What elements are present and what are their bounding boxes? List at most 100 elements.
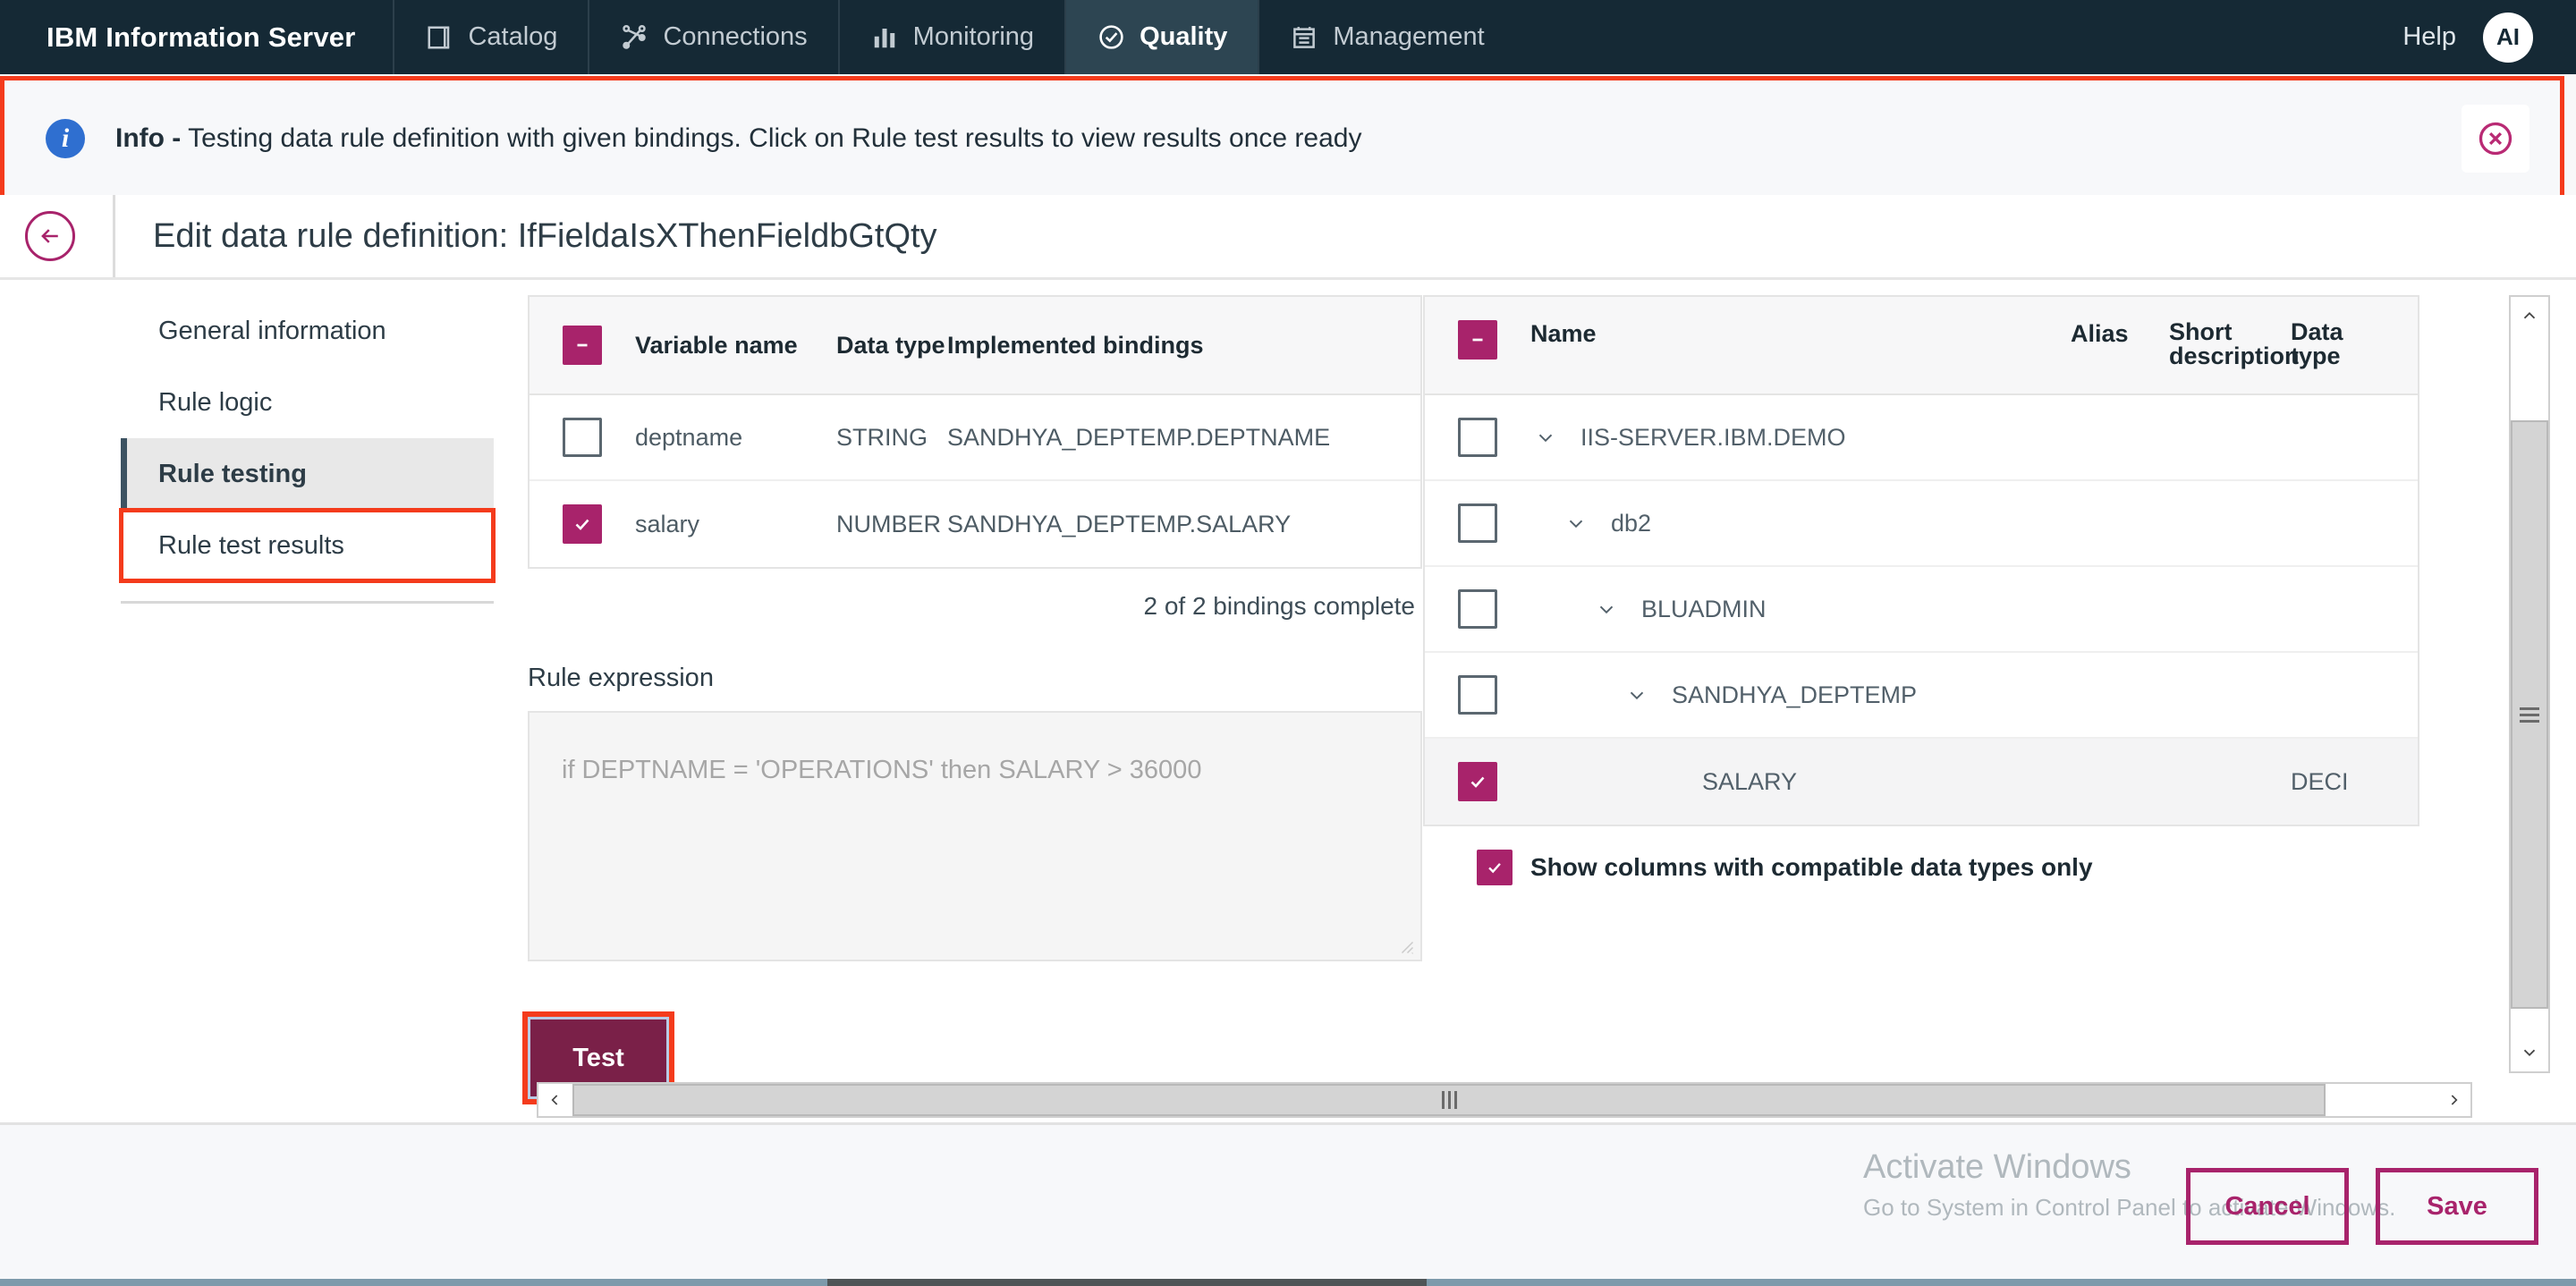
nav-item-label: Management bbox=[1333, 22, 1485, 51]
save-button[interactable]: Save bbox=[2376, 1168, 2538, 1245]
nav-item-monitoring[interactable]: Monitoring bbox=[840, 0, 1067, 74]
info-banner-text: Info - Testing data rule definition with… bbox=[115, 123, 1361, 154]
chevron-down-icon[interactable] bbox=[1561, 508, 1591, 538]
close-circle-icon[interactable] bbox=[2462, 105, 2529, 173]
sidebar-item-rule-test-results[interactable]: Rule test results bbox=[119, 508, 496, 583]
tree-row-data-type: DECI bbox=[2291, 767, 2349, 795]
select-all-cell bbox=[530, 326, 635, 365]
tree-row-checkbox[interactable] bbox=[1458, 589, 1497, 629]
horizontal-scroll-thumb[interactable] bbox=[572, 1084, 2326, 1116]
app-root: IBM Information Server Catalog Connectio… bbox=[0, 0, 2576, 1286]
clipboard-icon bbox=[1290, 23, 1318, 52]
info-banner-highlight: i Info - Testing data rule definition wi… bbox=[0, 76, 2564, 201]
nav-item-catalog[interactable]: Catalog bbox=[394, 0, 590, 74]
data-source-column: Name Alias Short description Data type I… bbox=[1402, 280, 2576, 1122]
tree-row-name: db2 bbox=[1611, 509, 1652, 537]
scroll-left-icon[interactable] bbox=[538, 1084, 572, 1116]
tree-row[interactable]: SANDHYA_DEPTEMP bbox=[1425, 653, 2418, 739]
page-titlebar: Edit data rule definition: IfFieldaIsXTh… bbox=[0, 195, 2576, 277]
info-banner-message: Testing data rule definition with given … bbox=[188, 123, 1362, 153]
row-checkbox[interactable] bbox=[563, 418, 602, 457]
data-source-tree: Name Alias Short description Data type I… bbox=[1423, 295, 2419, 826]
tree-select-all-cell bbox=[1425, 320, 1530, 360]
sidebar-divider bbox=[121, 601, 494, 604]
nav-item-quality[interactable]: Quality bbox=[1066, 0, 1260, 74]
column-header-name: Name bbox=[1530, 320, 1597, 347]
rule-expression-label: Rule expression bbox=[528, 664, 714, 692]
bottom-strip-segment bbox=[827, 1279, 1427, 1286]
bar-chart-icon bbox=[870, 23, 899, 52]
row-checkbox[interactable] bbox=[563, 504, 602, 544]
horizontal-scroll-track[interactable] bbox=[572, 1084, 2436, 1116]
sidebar-item-label: General information bbox=[158, 316, 386, 345]
compatible-types-checkbox[interactable] bbox=[1477, 850, 1513, 885]
sidebar-item-label: Rule test results bbox=[158, 530, 344, 560]
select-all-checkbox[interactable] bbox=[563, 326, 602, 365]
bindings-table-header: Variable name Data type Implemented bind… bbox=[530, 297, 1420, 395]
top-navigation-bar: IBM Information Server Catalog Connectio… bbox=[0, 0, 2576, 74]
cancel-button[interactable]: Cancel bbox=[2186, 1168, 2349, 1245]
tree-row-checkbox[interactable] bbox=[1458, 675, 1497, 715]
avatar[interactable]: AI bbox=[2483, 12, 2533, 63]
bindings-column: Variable name Data type Implemented bind… bbox=[494, 280, 1422, 1122]
sidebar: General information Rule logic Rule test… bbox=[0, 280, 496, 1122]
tree-row-select-cell bbox=[1425, 589, 1530, 629]
tree-row-name: SANDHYA_DEPTEMP bbox=[1672, 681, 1918, 708]
nav-item-label: Monitoring bbox=[912, 22, 1035, 51]
chevron-down-icon[interactable] bbox=[1622, 680, 1652, 710]
scroll-right-icon[interactable] bbox=[2436, 1084, 2470, 1116]
table-row[interactable]: salary NUMBER SANDHYA_DEPTEMP.SALARY bbox=[530, 481, 1420, 567]
vertical-scrollbar[interactable] bbox=[2509, 295, 2550, 1073]
sidebar-item-general-information[interactable]: General information bbox=[121, 295, 494, 367]
brand-title: IBM Information Server bbox=[0, 0, 395, 74]
tree-row[interactable]: SALARY DECI bbox=[1425, 739, 2418, 825]
table-row[interactable]: deptname STRING SANDHYA_DEPTEMP.DEPTNAME bbox=[530, 395, 1420, 481]
nav-item-label: Connections bbox=[663, 22, 808, 51]
chevron-down-icon[interactable] bbox=[1530, 422, 1561, 453]
vertical-scroll-track[interactable] bbox=[2511, 334, 2548, 1034]
nav-item-connections[interactable]: Connections bbox=[589, 0, 840, 74]
cell-binding: SANDHYA_DEPTEMP.SALARY bbox=[947, 510, 1292, 537]
cell-variable-name: deptname bbox=[635, 423, 743, 451]
rule-expression-value: if DEPTNAME = 'OPERATIONS' then SALARY >… bbox=[562, 756, 1202, 784]
cell-data-type: NUMBER bbox=[836, 510, 942, 537]
tree-row[interactable]: IIS-SERVER.IBM.DEMO bbox=[1425, 395, 2418, 481]
horizontal-scrollbar[interactable] bbox=[537, 1082, 2472, 1118]
help-link[interactable]: Help bbox=[2402, 0, 2483, 74]
book-icon bbox=[425, 23, 453, 52]
chevron-down-icon[interactable] bbox=[1591, 594, 1622, 624]
cell-binding: SANDHYA_DEPTEMP.DEPTNAME bbox=[947, 423, 1331, 451]
page-title: Edit data rule definition: IfFieldaIsXTh… bbox=[153, 216, 937, 255]
row-select-cell bbox=[530, 418, 635, 457]
nav-item-management[interactable]: Management bbox=[1259, 0, 2402, 74]
tree-row-select-cell bbox=[1425, 675, 1530, 715]
column-header-data-type: Data type bbox=[2291, 318, 2343, 369]
sidebar-item-rule-logic[interactable]: Rule logic bbox=[121, 367, 494, 438]
scroll-up-icon[interactable] bbox=[2511, 297, 2548, 334]
sidebar-item-rule-testing[interactable]: Rule testing bbox=[121, 438, 494, 510]
column-header-implemented-bindings: Implemented bindings bbox=[947, 331, 1204, 359]
rule-expression-field[interactable]: if DEPTNAME = 'OPERATIONS' then SALARY >… bbox=[528, 711, 1422, 961]
bindings-status: 2 of 2 bindings complete bbox=[1143, 592, 1415, 620]
tree-row-name: BLUADMIN bbox=[1641, 595, 1767, 622]
scroll-down-icon[interactable] bbox=[2511, 1034, 2548, 1071]
footer-bar: Activate Windows Go to System in Control… bbox=[0, 1122, 2576, 1279]
tree-row-checkbox[interactable] bbox=[1458, 503, 1497, 543]
tree-row-checkbox[interactable] bbox=[1458, 418, 1497, 457]
info-icon: i bbox=[46, 119, 85, 158]
check-circle-icon bbox=[1097, 23, 1125, 52]
compatible-types-row[interactable]: Show columns with compatible data types … bbox=[1423, 826, 2576, 885]
cell-data-type: STRING bbox=[836, 423, 928, 451]
info-banner: i Info - Testing data rule definition wi… bbox=[4, 80, 2560, 197]
vertical-scroll-thumb[interactable] bbox=[2511, 420, 2548, 1009]
nav-item-label: Quality bbox=[1140, 22, 1228, 51]
bottom-strip bbox=[0, 1279, 2576, 1286]
row-select-cell bbox=[530, 504, 635, 544]
tree-select-all-checkbox[interactable] bbox=[1458, 320, 1497, 360]
back-arrow-icon[interactable] bbox=[25, 211, 75, 261]
tree-row[interactable]: BLUADMIN bbox=[1425, 567, 2418, 653]
tree-row[interactable]: db2 bbox=[1425, 481, 2418, 567]
tree-row-name: SALARY bbox=[1702, 767, 1798, 795]
tree-row-select-cell bbox=[1425, 762, 1530, 801]
tree-row-checkbox[interactable] bbox=[1458, 762, 1497, 801]
